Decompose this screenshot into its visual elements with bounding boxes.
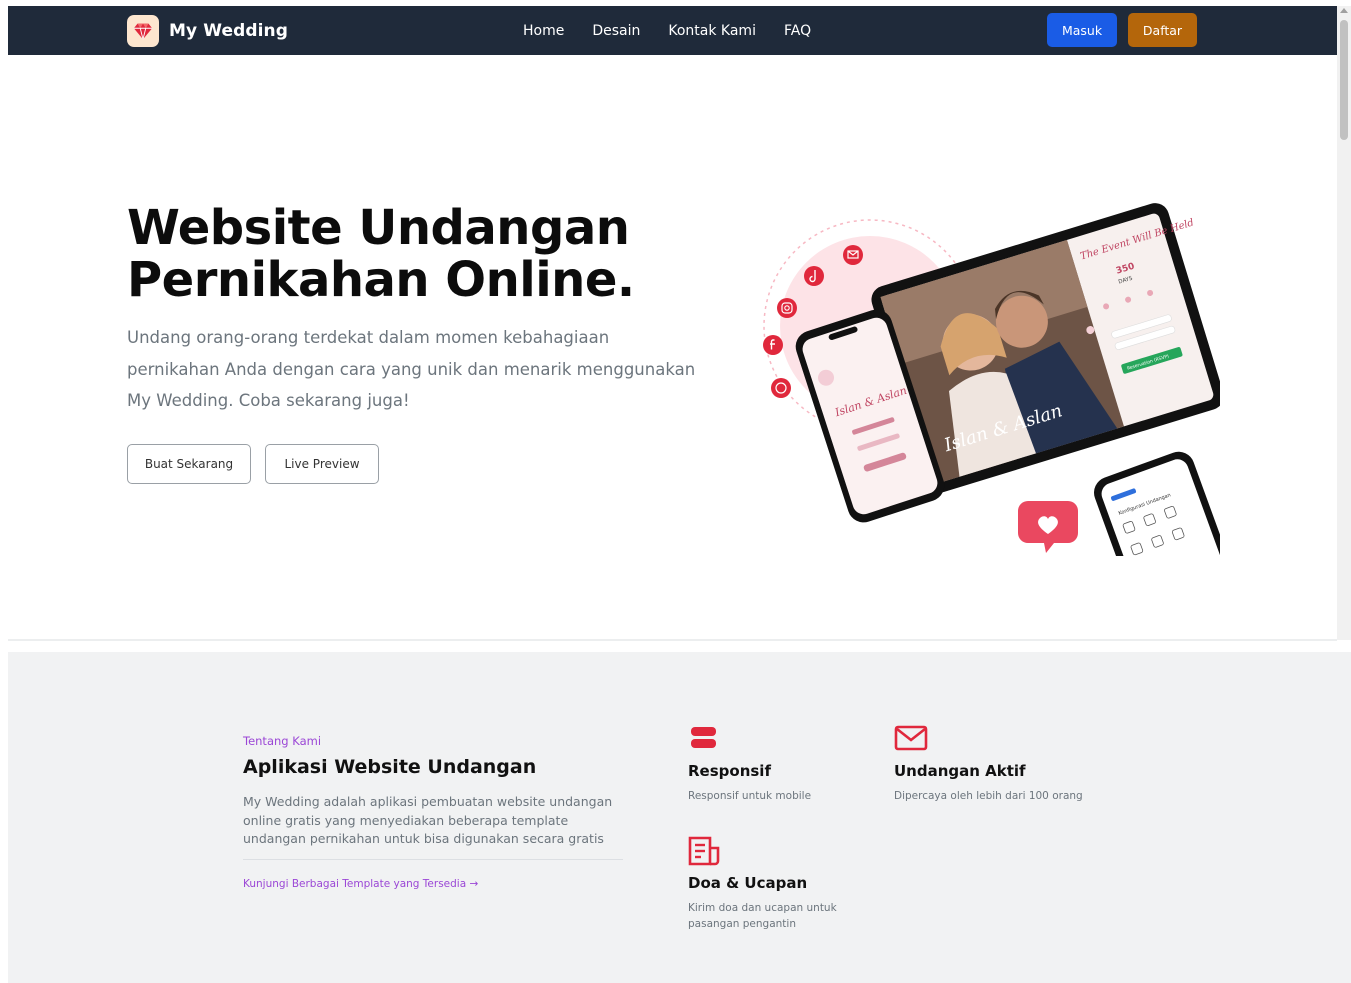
email-icon bbox=[843, 245, 863, 265]
create-now-button[interactable]: Buat Sekarang bbox=[127, 444, 251, 484]
scrollbar-thumb[interactable] bbox=[1340, 20, 1348, 140]
feature-title: Doa & Ucapan bbox=[688, 874, 808, 892]
about-divider bbox=[243, 859, 623, 860]
heart-chat-icon bbox=[1018, 501, 1078, 553]
navbar: My Wedding Home Desain Kontak Kami FAQ M… bbox=[8, 6, 1337, 55]
login-button[interactable]: Masuk bbox=[1047, 13, 1117, 47]
page-scrollbar[interactable] bbox=[1337, 6, 1351, 640]
feature-description: Dipercaya oleh lebih dari 100 orang bbox=[894, 790, 1083, 802]
register-button[interactable]: Daftar bbox=[1128, 13, 1197, 47]
live-preview-button[interactable]: Live Preview bbox=[265, 444, 379, 484]
hero-title-line-1: Website Undangan bbox=[127, 200, 630, 256]
feature-responsif: Responsif Responsif untuk mobile bbox=[688, 724, 868, 804]
feature-description: Kirim doa dan ucapan untuk pasangan peng… bbox=[688, 902, 837, 930]
feature-undangan-aktif: Undangan Aktif Dipercaya oleh lebih dari… bbox=[894, 724, 1114, 804]
brand[interactable]: My Wedding bbox=[127, 15, 288, 47]
facebook-icon bbox=[763, 335, 783, 355]
hero-description: Undang orang-orang terdekat dalam momen … bbox=[127, 328, 696, 410]
instagram-icon bbox=[777, 298, 797, 318]
feature-title: Responsif bbox=[688, 762, 771, 780]
hero-illustration: Islan & Aslan The Event Will Be Held 350… bbox=[760, 156, 1235, 620]
page: My Wedding Home Desain Kontak Kami FAQ M… bbox=[8, 6, 1351, 983]
hero-title: Website Undangan Pernikahan Online. bbox=[127, 202, 687, 306]
nav-link-kontak-kami[interactable]: Kontak Kami bbox=[668, 23, 756, 39]
templates-link[interactable]: Kunjungi Berbagai Template yang Tersedia… bbox=[243, 878, 478, 890]
envelope-icon bbox=[894, 724, 928, 756]
section-divider bbox=[8, 639, 1337, 641]
about-section: Tentang Kami Aplikasi Website Undangan M… bbox=[8, 652, 1351, 983]
brand-name: My Wedding bbox=[169, 21, 289, 41]
document-icon bbox=[688, 836, 722, 868]
about-title: Aplikasi Website Undangan bbox=[243, 756, 537, 778]
tiktok-icon bbox=[804, 266, 824, 286]
templates-link-label: Kunjungi Berbagai Template yang Tersedia bbox=[243, 878, 467, 890]
nav-link-desain[interactable]: Desain bbox=[592, 23, 640, 39]
nav-link-faq[interactable]: FAQ bbox=[784, 23, 811, 39]
scroll-up-arrow-icon[interactable] bbox=[1340, 8, 1348, 13]
about-description: My Wedding adalah aplikasi pembuatan web… bbox=[243, 794, 613, 846]
about-kicker: Tentang Kami bbox=[243, 734, 322, 748]
stack-icon bbox=[688, 724, 722, 756]
arrow-right-icon: → bbox=[469, 878, 479, 890]
feature-description: Responsif untuk mobile bbox=[688, 790, 812, 802]
nav-link-home[interactable]: Home bbox=[523, 23, 564, 39]
whatsapp-icon bbox=[771, 378, 791, 398]
diamond-logo-icon bbox=[127, 15, 159, 47]
hero-title-line-2: Pernikahan Online. bbox=[127, 252, 635, 308]
feature-title: Undangan Aktif bbox=[894, 762, 1026, 780]
nav-links: Home Desain Kontak Kami FAQ bbox=[523, 6, 839, 55]
feature-doa-ucapan: Doa & Ucapan Kirim doa dan ucapan untuk … bbox=[688, 836, 848, 932]
